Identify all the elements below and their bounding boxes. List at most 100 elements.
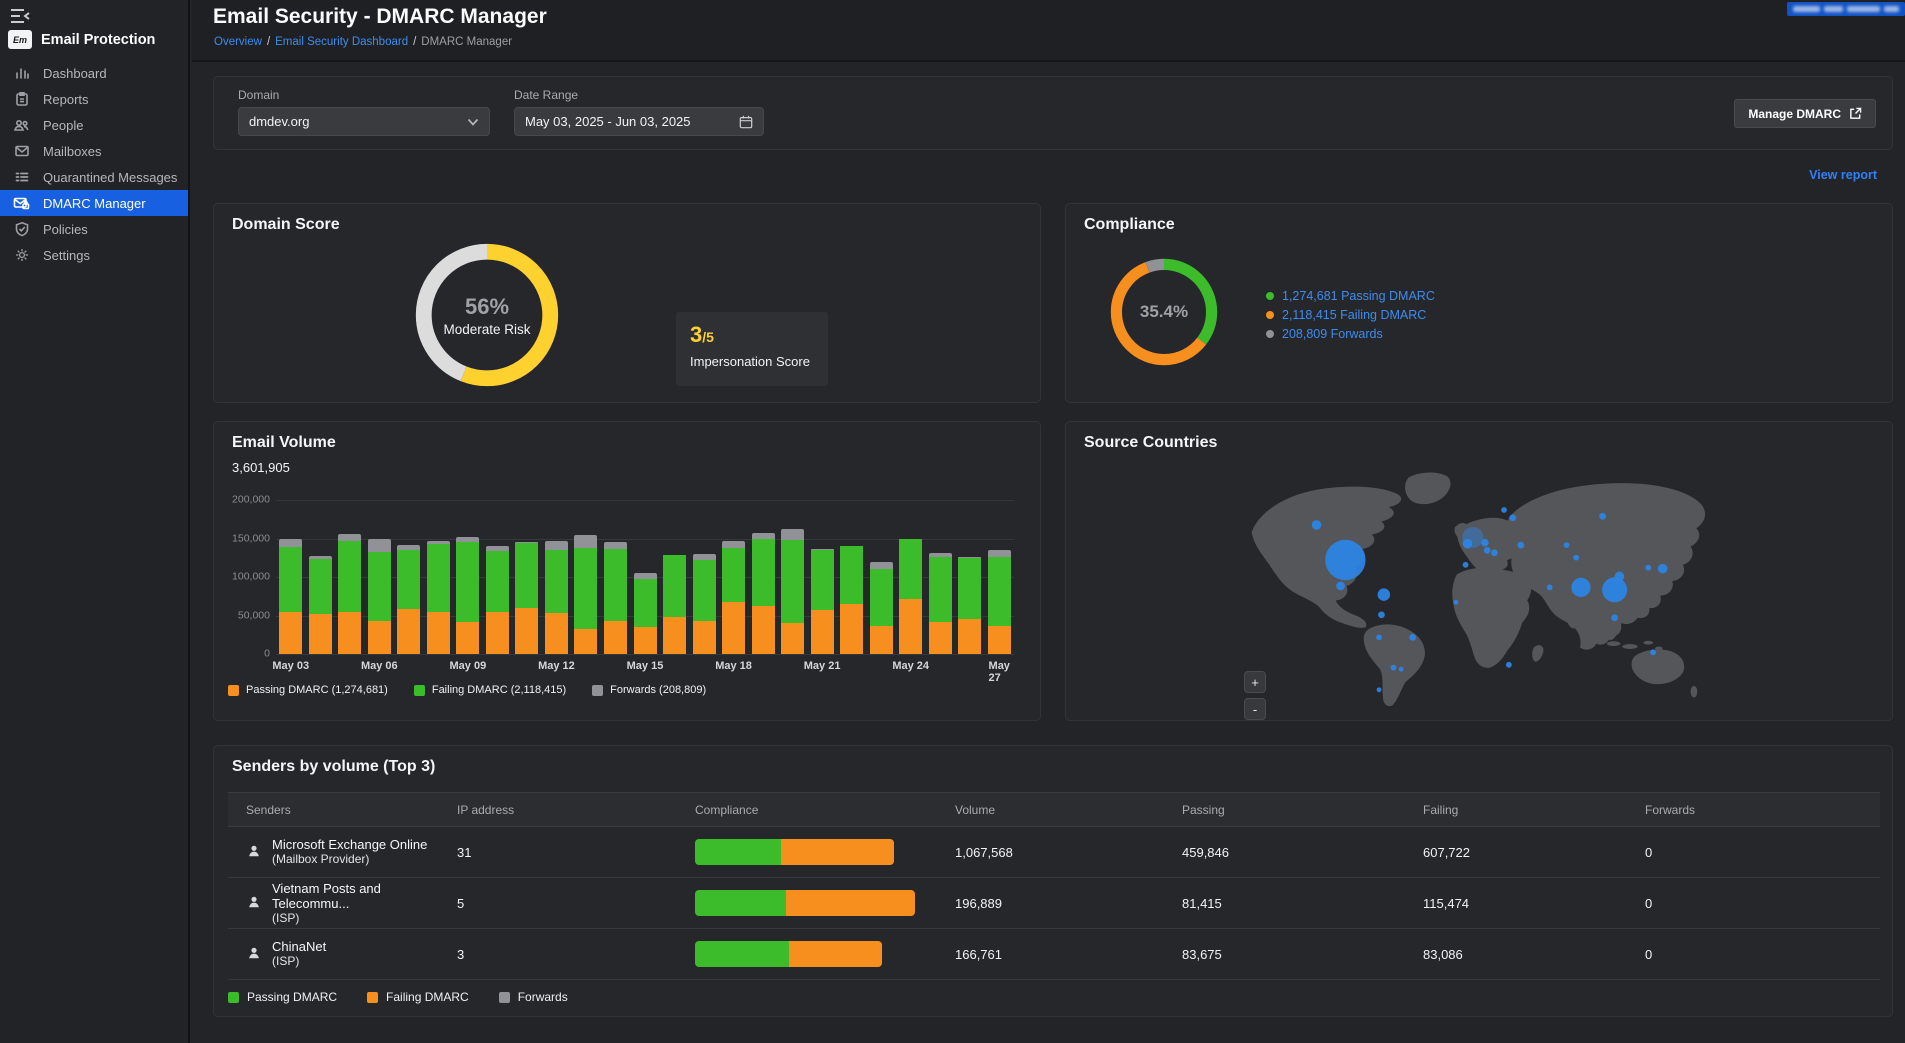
country-volume-bubble[interactable] — [1463, 562, 1469, 568]
compliance-bar-passing — [695, 839, 781, 865]
volume-bar-may-20[interactable] — [781, 529, 804, 654]
volume-bar-may-11[interactable] — [515, 542, 538, 654]
bar-segment — [456, 542, 479, 623]
x-axis-tick: May 12 — [538, 660, 575, 672]
settings-gear-icon — [13, 247, 30, 264]
volume-bar-may-17[interactable] — [693, 554, 716, 654]
country-volume-bubble[interactable] — [1391, 665, 1397, 671]
view-report-link[interactable]: View report — [1809, 168, 1877, 182]
compliance-legend-item[interactable]: 2,118,415 Failing DMARC — [1266, 305, 1435, 324]
account-badge-redacted[interactable] — [1787, 2, 1905, 16]
country-volume-bubble[interactable] — [1312, 520, 1322, 530]
page-title: Email Security - DMARC Manager — [213, 5, 547, 29]
map-zoom-in-button[interactable]: + — [1244, 671, 1266, 693]
volume-bar-may-21[interactable] — [811, 549, 834, 654]
compliance-legend-item[interactable]: 208,809 Forwards — [1266, 324, 1435, 343]
country-volume-bubble[interactable] — [1336, 582, 1345, 591]
bar-segment — [722, 602, 745, 654]
volume-bar-may-19[interactable] — [752, 533, 775, 654]
volume-bar-may-04[interactable] — [309, 556, 332, 654]
country-volume-bubble[interactable] — [1547, 585, 1553, 591]
country-volume-bubble[interactable] — [1518, 542, 1525, 549]
sidebar-item-mailboxes[interactable]: Mailboxes — [0, 138, 188, 164]
map-zoom-out-button[interactable]: - — [1244, 698, 1266, 720]
sidebar-item-reports[interactable]: Reports — [0, 86, 188, 112]
volume-bar-may-22[interactable] — [840, 546, 863, 654]
volume-bar-may-13[interactable] — [574, 535, 597, 654]
volume-bar-may-10[interactable] — [486, 546, 509, 654]
country-volume-bubble[interactable] — [1564, 542, 1570, 548]
volume-bar-may-26[interactable] — [958, 557, 981, 654]
country-volume-bubble[interactable] — [1377, 687, 1382, 692]
country-volume-bubble[interactable] — [1378, 588, 1391, 601]
volume-bar-may-03[interactable] — [279, 539, 302, 654]
country-volume-bubble[interactable] — [1463, 539, 1473, 549]
compliance-legend-item[interactable]: 1,274,681 Passing DMARC — [1266, 286, 1435, 305]
country-volume-bubble[interactable] — [1658, 564, 1668, 574]
country-volume-bubble[interactable] — [1454, 600, 1459, 605]
bar-segment — [309, 614, 332, 654]
domain-score-percent: 56% — [465, 294, 509, 320]
country-volume-bubble[interactable] — [1573, 555, 1579, 561]
sidebar-item-label: DMARC Manager — [43, 196, 146, 211]
table-row[interactable]: Microsoft Exchange Online(Mailbox Provid… — [228, 827, 1880, 878]
x-axis-tick: May 21 — [804, 660, 841, 672]
volume-bar-may-12[interactable] — [545, 541, 568, 654]
country-volume-bubble[interactable] — [1650, 649, 1656, 655]
country-volume-bubble[interactable] — [1599, 513, 1606, 520]
bar-segment — [958, 619, 981, 654]
volume-bar-may-08[interactable] — [427, 541, 450, 654]
volume-bar-may-09[interactable] — [456, 537, 479, 654]
bar-segment — [722, 541, 745, 548]
breadcrumb-overview[interactable]: Overview — [214, 36, 262, 48]
volume-bar-may-15[interactable] — [634, 573, 657, 654]
country-volume-bubble[interactable] — [1645, 565, 1651, 571]
country-volume-bubble[interactable] — [1484, 547, 1491, 554]
volume-bar-may-06[interactable] — [368, 539, 391, 654]
volume-legend-item[interactable]: Passing DMARC (1,274,681) — [228, 684, 388, 696]
country-volume-bubble[interactable] — [1501, 507, 1507, 513]
manage-dmarc-button[interactable]: Manage DMARC — [1734, 99, 1876, 128]
sidebar-item-dashboard[interactable]: Dashboard — [0, 60, 188, 86]
sender-person-icon — [246, 843, 262, 862]
sidebar-item-policies[interactable]: Policies — [0, 216, 188, 242]
volume-bar-may-24[interactable] — [899, 539, 922, 654]
country-volume-bubble[interactable] — [1571, 578, 1590, 597]
volume-bar-may-16[interactable] — [663, 555, 686, 654]
volume-bar-may-14[interactable] — [604, 542, 627, 654]
country-volume-bubble[interactable] — [1378, 611, 1385, 618]
country-volume-bubble[interactable] — [1491, 549, 1498, 556]
domain-select[interactable]: dmdev.org — [238, 107, 490, 136]
bar-segment — [368, 539, 391, 552]
volume-bar-may-18[interactable] — [722, 541, 745, 654]
volume-bar-may-07[interactable] — [397, 545, 420, 654]
country-volume-bubble[interactable] — [1376, 635, 1382, 641]
date-range-input[interactable]: May 03, 2025 - Jun 03, 2025 — [514, 107, 764, 136]
volume-bar-may-23[interactable] — [870, 562, 893, 654]
senders-legend-item: Passing DMARC — [228, 990, 337, 1004]
bar-segment — [929, 557, 952, 622]
world-map[interactable] — [1102, 460, 1858, 710]
country-volume-bubble[interactable] — [1409, 634, 1416, 641]
table-row[interactable]: Vietnam Posts and Telecommu...(ISP)5196,… — [228, 878, 1880, 929]
breadcrumb-email-security-dashboard[interactable]: Email Security Dashboard — [275, 36, 408, 48]
volume-bar-may-27[interactable] — [988, 550, 1011, 654]
country-volume-bubble[interactable] — [1506, 662, 1512, 668]
country-volume-bubble[interactable] — [1615, 572, 1625, 582]
volume-legend-item[interactable]: Forwards (208,809) — [592, 684, 706, 696]
sidebar-item-settings[interactable]: Settings — [0, 242, 188, 268]
volume-bar-may-05[interactable] — [338, 534, 361, 654]
volume-bar-may-25[interactable] — [929, 553, 952, 654]
country-volume-bubble[interactable] — [1611, 614, 1618, 621]
country-volume-bubble[interactable] — [1602, 577, 1627, 602]
country-volume-bubble[interactable] — [1325, 540, 1365, 580]
sidebar-item-dmarc-manager[interactable]: DMARC Manager — [0, 190, 188, 216]
collapse-sidebar-icon[interactable] — [8, 6, 32, 26]
sidebar-item-people[interactable]: People — [0, 112, 188, 138]
sidebar-item-quarantined-messages[interactable]: Quarantined Messages — [0, 164, 188, 190]
country-volume-bubble[interactable] — [1481, 539, 1489, 547]
country-volume-bubble[interactable] — [1399, 667, 1404, 672]
table-row[interactable]: ChinaNet(ISP)3166,76183,67583,0860 — [228, 929, 1880, 980]
country-volume-bubble[interactable] — [1509, 514, 1516, 521]
volume-legend-item[interactable]: Failing DMARC (2,118,415) — [414, 684, 566, 696]
